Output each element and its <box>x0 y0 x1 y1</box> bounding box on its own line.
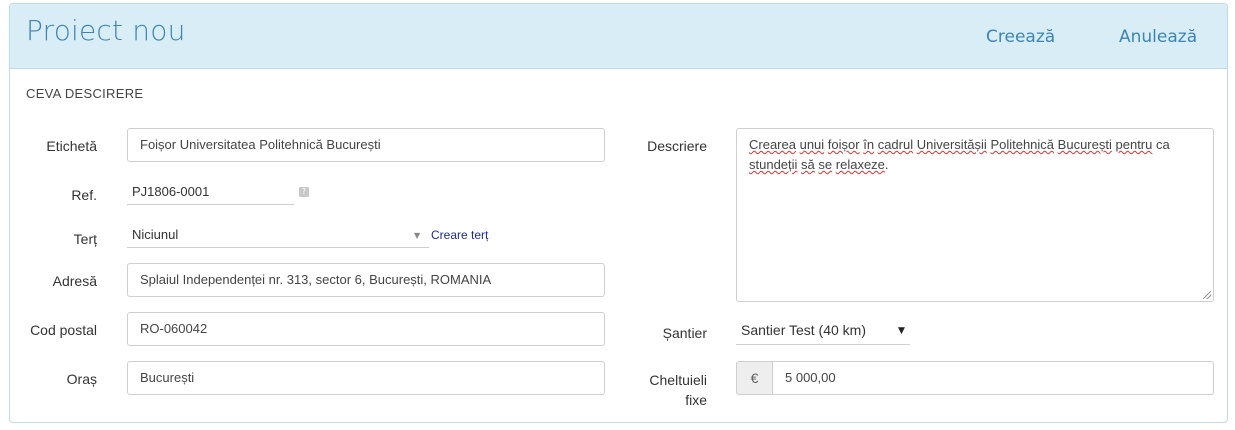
euro-currency-icon: € <box>736 361 772 395</box>
third-party-field-label: Terț <box>73 231 97 247</box>
desc-word: Crearea <box>749 137 796 152</box>
page-title: Proiect nou <box>26 14 186 47</box>
third-party-value: Niciunul <box>132 227 179 242</box>
label-field-label: Etichetă <box>46 138 97 154</box>
postal-code-input[interactable]: RO-060042 <box>127 312 605 346</box>
chevron-down-icon: ▼ <box>898 326 905 336</box>
postal-code-field-label: Cod postal <box>30 322 97 338</box>
new-project-panel: Proiect nou Creează Anulează CEVA DESCIR… <box>9 3 1228 423</box>
third-party-select[interactable]: Niciunul <box>127 223 429 248</box>
desc-word: pentru <box>1115 137 1153 152</box>
fixed-costs-field-label: Cheltuieli fixe <box>649 372 707 408</box>
create-third-party-link[interactable]: Creare terț <box>431 228 488 242</box>
ref-field-label: Ref. <box>71 187 97 203</box>
create-button[interactable]: Creează <box>986 27 1055 47</box>
description-textarea[interactable]: Crearea unui foișor în cadrul Universită… <box>736 128 1214 302</box>
label-input[interactable]: Foișor Universitatea Politehnică Bucureș… <box>127 128 605 162</box>
desc-word: cadrul <box>877 137 914 152</box>
site-value: Santier Test (40 km) <box>741 322 867 338</box>
desc-word: stundeții <box>749 157 798 172</box>
cancel-button[interactable]: Anulează <box>1119 27 1197 47</box>
site-field-label: Șantier <box>662 325 707 341</box>
description-field-label: Descriere <box>647 138 707 154</box>
site-select[interactable]: Santier Test (40 km) <box>736 316 910 345</box>
ref-input[interactable]: PJ1806-0001 <box>127 180 294 205</box>
desc-word: București <box>1057 137 1112 152</box>
city-input[interactable]: București <box>127 361 605 395</box>
section-title: CEVA DESCIRERE <box>26 86 144 101</box>
desc-word: foișor <box>827 137 860 152</box>
desc-word: relaxeze <box>835 157 885 172</box>
chevron-down-icon: ▼ <box>414 231 421 240</box>
resize-handle[interactable] <box>1203 291 1211 299</box>
desc-word: ca <box>1156 137 1170 152</box>
fixed-costs-input[interactable]: 5 000,00 <box>772 361 1214 395</box>
desc-word: se <box>818 157 833 172</box>
desc-word: Universitășii <box>916 137 987 152</box>
desc-word: unui <box>799 137 825 152</box>
help-icon[interactable]: ? <box>299 187 309 197</box>
panel-header: Proiect nou Creează Anulează <box>10 4 1227 69</box>
desc-word: în <box>863 137 875 152</box>
city-field-label: Oraș <box>66 371 97 387</box>
desc-word: să <box>801 157 815 172</box>
desc-word: Politehnică <box>990 137 1055 152</box>
address-field-label: Adresă <box>52 273 97 289</box>
address-input[interactable]: Splaiul Independenței nr. 313, sector 6,… <box>127 263 605 297</box>
